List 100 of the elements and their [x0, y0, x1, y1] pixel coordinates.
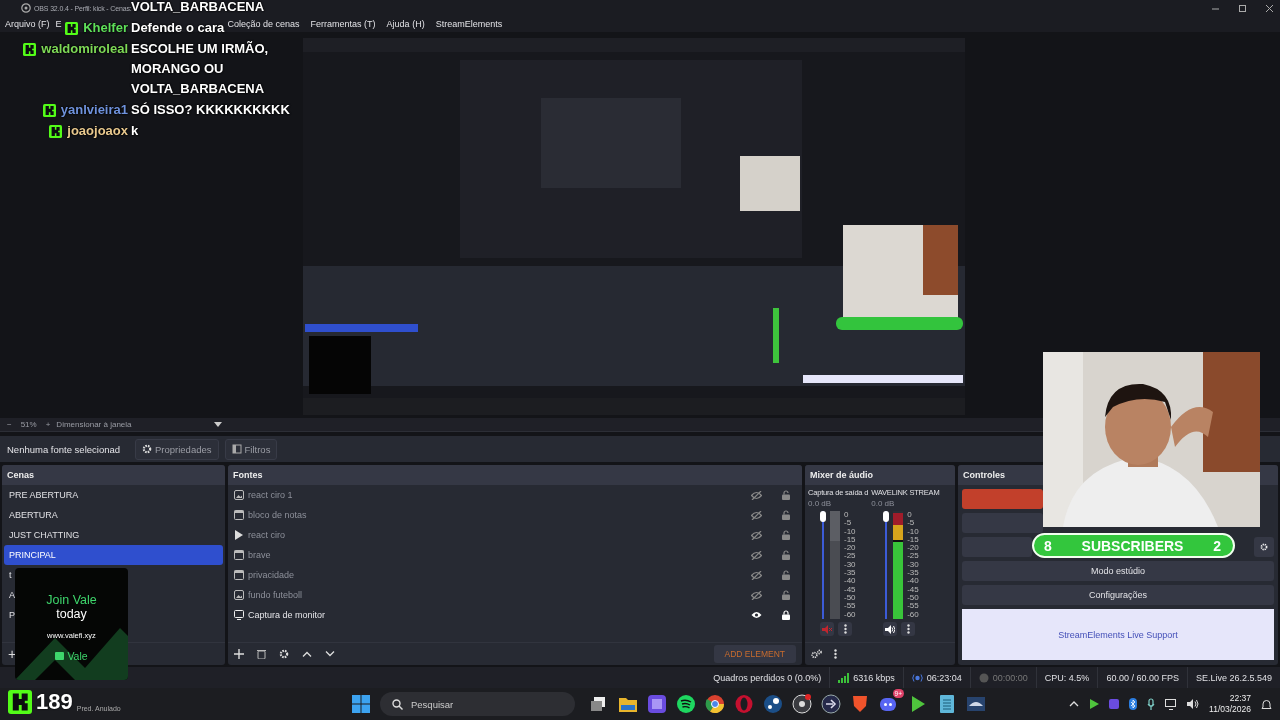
arrow-app-icon[interactable]	[821, 694, 841, 714]
unlock-icon[interactable]	[782, 550, 790, 560]
eye-off-icon[interactable]	[751, 510, 762, 520]
channel-menu-button[interactable]	[838, 622, 852, 636]
unlock-icon[interactable]	[782, 590, 790, 600]
scale-label: -25	[907, 552, 919, 561]
scale-label: -25	[844, 552, 856, 561]
source-name[interactable]: fundo futeboll	[248, 590, 303, 600]
scale-label: -15	[907, 535, 919, 545]
goal-current: 8	[1044, 537, 1052, 554]
speaker-icon[interactable]	[1187, 699, 1200, 709]
chat-message: SÓ ISSO? KKKKKKKKKK	[131, 101, 290, 119]
eye-off-icon[interactable]	[751, 570, 762, 580]
unlock-icon[interactable]	[782, 570, 790, 580]
menu-item[interactable]: E	[55, 19, 62, 29]
settings-button[interactable]	[1254, 537, 1274, 557]
start-icon[interactable]	[352, 695, 370, 713]
add-icon[interactable]	[234, 649, 244, 659]
play-app-icon[interactable]	[1089, 699, 1100, 709]
properties-button[interactable]: Propriedades	[135, 438, 219, 460]
grid-app-icon[interactable]	[647, 694, 667, 714]
volume-slider[interactable]	[820, 511, 826, 619]
window-icon	[234, 550, 244, 560]
menu-item[interactable]: Ferramentas (T)	[310, 19, 376, 29]
scale-label: -10	[844, 527, 856, 536]
channel-menu-button[interactable]	[901, 622, 916, 636]
recorder-icon[interactable]	[792, 694, 812, 714]
grid-app-icon[interactable]	[1109, 699, 1120, 709]
image-icon	[234, 590, 244, 600]
zoom-out-button[interactable]: −	[7, 420, 12, 429]
eye-off-icon[interactable]	[751, 550, 762, 560]
ad-subline: today	[56, 607, 87, 621]
shield-icon[interactable]	[850, 694, 870, 714]
zoom-in-button[interactable]: +	[45, 420, 51, 429]
game-icon[interactable]	[966, 694, 986, 714]
dropped-frames: Quadros perdidos 0 (0.0%)	[713, 672, 822, 683]
scale-label: -60	[907, 610, 919, 619]
volume-reading: 0.0 dB	[808, 499, 833, 508]
source-name[interactable]: privacidade	[248, 570, 295, 580]
ring-app-icon[interactable]	[734, 694, 754, 714]
music-app-icon[interactable]	[676, 694, 696, 714]
chevron-up-icon[interactable]	[1069, 701, 1080, 707]
control-button[interactable]: Modo estúdio	[962, 561, 1274, 581]
live-support-button[interactable]: StreamElements Live Support	[962, 609, 1274, 660]
menu-item[interactable]: Coleção de cenas	[227, 19, 300, 29]
add-button[interactable]: +	[8, 646, 17, 662]
notepad-icon[interactable]	[937, 694, 957, 714]
search-field[interactable]: Pesquisar	[380, 692, 575, 716]
browser-icon[interactable]	[705, 694, 725, 714]
scale-label: -45	[844, 585, 856, 594]
goal-target: 2	[1213, 537, 1221, 554]
menu-item[interactable]: Ajuda (H)	[386, 19, 425, 29]
menu-item[interactable]: StreamElements	[435, 19, 503, 29]
scale-label: -20	[907, 544, 919, 553]
trash-icon[interactable]	[257, 649, 266, 659]
close-icon[interactable]	[1265, 3, 1274, 13]
source-name[interactable]: brave	[248, 550, 271, 560]
source-name[interactable]: react ciro 1	[248, 490, 293, 500]
notification-icon[interactable]	[1261, 698, 1272, 710]
scene-item[interactable]: PRE ABERTURA	[4, 485, 223, 505]
maximize-icon[interactable]	[1238, 3, 1247, 13]
unlock-icon[interactable]	[782, 490, 790, 500]
control-button[interactable]: Configurações	[962, 585, 1274, 605]
network-icon[interactable]	[1165, 698, 1178, 710]
scale-label: -45	[907, 585, 919, 594]
scene-item[interactable]: PRINCIPAL	[4, 545, 223, 565]
more-icon[interactable]	[834, 649, 837, 659]
settings-icon[interactable]	[279, 649, 289, 659]
lock-icon[interactable]	[782, 610, 790, 620]
advanced-settings-icon[interactable]	[811, 649, 822, 659]
slider-thumb[interactable]	[883, 511, 890, 522]
scene-item[interactable]: ABERTURA	[4, 505, 223, 525]
microphone-icon[interactable]	[1147, 698, 1156, 710]
menu-item[interactable]: Arquivo (F)	[5, 19, 50, 29]
game-launcher-icon[interactable]	[763, 694, 783, 714]
mute-button[interactable]	[883, 622, 898, 636]
ad-brand: Vale	[67, 650, 88, 662]
eye-icon[interactable]	[751, 611, 762, 619]
bluetooth-icon[interactable]	[1129, 698, 1138, 710]
filter-icon	[231, 444, 242, 454]
eye-off-icon[interactable]	[751, 490, 762, 500]
source-name[interactable]: bloco de notas	[248, 510, 307, 520]
panel-title: Mixer de áudio	[805, 465, 955, 485]
eye-off-icon[interactable]	[751, 530, 762, 540]
muted-speaker-icon	[822, 624, 832, 634]
eye-off-icon[interactable]	[751, 590, 762, 600]
filters-button[interactable]: Filtros	[224, 438, 278, 460]
caret-icon[interactable]	[213, 421, 222, 428]
source-name[interactable]: Captura de monitor	[248, 610, 326, 620]
slider-thumb[interactable]	[820, 511, 826, 522]
source-name[interactable]: react ciro	[248, 530, 285, 540]
unlock-icon[interactable]	[782, 510, 790, 520]
signal-icon	[838, 672, 850, 683]
unlock-icon[interactable]	[782, 530, 790, 540]
more-icon[interactable]	[906, 624, 910, 634]
scale-mode-dropdown[interactable]: Dimensionar à janela	[56, 420, 132, 429]
volume-slider[interactable]	[883, 511, 890, 619]
scene-item[interactable]: JUST CHATTING	[4, 525, 223, 545]
speaker-icon	[885, 624, 896, 634]
more-icon[interactable]	[843, 624, 847, 634]
